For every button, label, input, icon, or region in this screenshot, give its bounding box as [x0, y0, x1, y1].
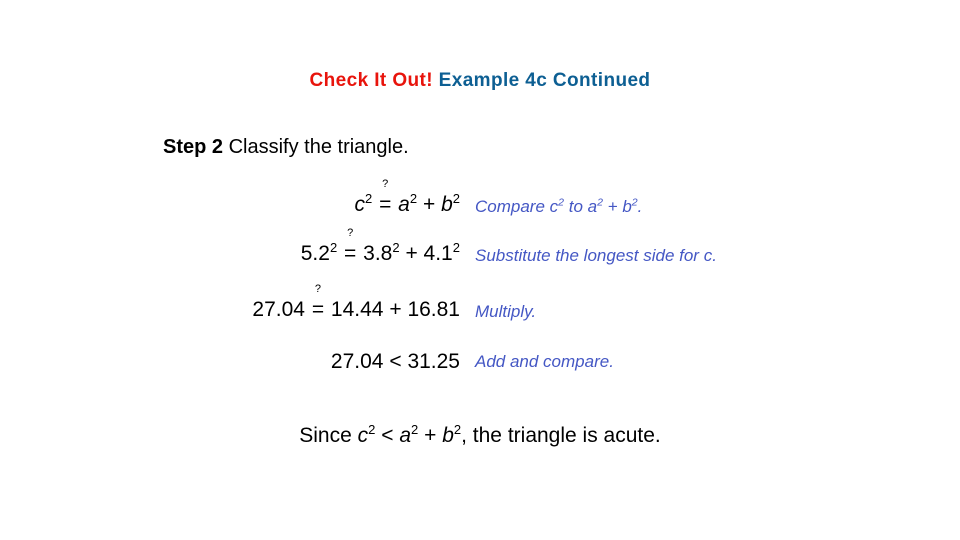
note-var-3: b: [622, 197, 632, 216]
eq-operator: +: [422, 193, 436, 216]
equation-row: 5.22 ? = 3.82 + 4.12 Substitute the longe…: [0, 228, 960, 285]
equation-expression: c2 ? = a2 + b2: [0, 179, 460, 216]
title-highlight: Check It Out!: [309, 70, 433, 91]
eq-rhs-b-exponent: 2: [452, 240, 460, 255]
eq-rhs-a-exponent: 2: [392, 240, 400, 255]
question-mark: ?: [347, 227, 354, 239]
eq-rhs-b: 16.81: [407, 298, 460, 321]
step-label: Step 2: [163, 136, 224, 158]
eq-rhs-b: 4.1: [423, 242, 453, 265]
eq-lhs: 5.2: [300, 242, 330, 265]
equation-expression: 27.04 < 31.25: [0, 351, 460, 372]
relation-with-question: ? =: [343, 228, 357, 265]
conclusion-lead: Since: [299, 424, 358, 447]
eq-rhs-a: 31.25: [407, 350, 460, 373]
eq-operator: +: [405, 242, 418, 265]
conclusion-tail: , the triangle is acute.: [461, 424, 661, 447]
eq-lhs: 27.04: [252, 298, 305, 321]
eq-operator: +: [389, 298, 402, 321]
relation-sign: =: [311, 298, 325, 321]
equation-expression: 27.04 ? = 14.44 + 16.81: [0, 284, 460, 321]
relation-with-question: ? =: [378, 179, 392, 216]
question-mark: ?: [314, 283, 321, 295]
eq-lhs: 27.04: [330, 350, 384, 373]
work-area: c2 ? = a2 + b2 Compare c2 to a2 + b2. 5.2…: [0, 179, 960, 387]
equation-row: 27.04 ? = 14.44 + 16.81 Multiply.: [0, 284, 960, 337]
relation-sign: =: [379, 193, 392, 216]
step-text: Classify the triangle.: [228, 136, 409, 158]
equation-row: c2 ? = a2 + b2 Compare c2 to a2 + b2.: [0, 179, 960, 230]
equation-note: Compare c2 to a2 + b2.: [475, 197, 643, 216]
note-mid: to: [564, 197, 588, 216]
eq-lhs-exponent: 2: [329, 240, 338, 255]
question-mark: ?: [382, 178, 389, 190]
equation-note: Substitute the longest side for c.: [475, 246, 717, 265]
equation-note: Add and compare.: [475, 352, 614, 371]
equation-expression: 5.22 ? = 3.82 + 4.12: [0, 228, 460, 265]
conclusion-var-3: b: [442, 424, 454, 447]
title-rest: Example 4c Continued: [438, 70, 651, 91]
conclusion-statement: Since c2 < a2 + b2, the triangle is acut…: [0, 423, 960, 448]
note-tail: .: [637, 197, 643, 216]
eq-lhs: c: [354, 193, 365, 216]
eq-rhs-b: b: [441, 193, 453, 216]
note-var-1: c: [549, 197, 559, 216]
relation-sign: =: [344, 242, 357, 265]
step-line: Step 2 Classify the triangle.: [163, 136, 409, 159]
eq-rhs-a: 3.8: [363, 242, 393, 265]
eq-rhs-b-exponent: 2: [452, 191, 460, 206]
conclusion-operator: +: [418, 424, 443, 447]
eq-rhs-a-exponent: 2: [409, 191, 418, 206]
note-lead: Compare: [475, 197, 550, 216]
relation-with-question: ? =: [311, 284, 325, 321]
conclusion-var-1: c: [357, 424, 369, 447]
note-operator: +: [602, 197, 623, 216]
equation-row: 27.04 < 31.25 Add and compare.: [0, 337, 960, 387]
note-var-2: a: [587, 197, 598, 216]
eq-lhs-exponent: 2: [364, 191, 373, 206]
conclusion-var-2: a: [399, 424, 411, 447]
equation-note: Multiply.: [475, 302, 537, 321]
eq-rhs-a: a: [398, 193, 410, 216]
conclusion-relation: <: [375, 424, 400, 447]
relation-sign: <: [389, 350, 402, 373]
eq-rhs-a: 14.44: [330, 298, 384, 321]
slide-title: Check It Out! Example 4c Continued: [0, 70, 960, 92]
